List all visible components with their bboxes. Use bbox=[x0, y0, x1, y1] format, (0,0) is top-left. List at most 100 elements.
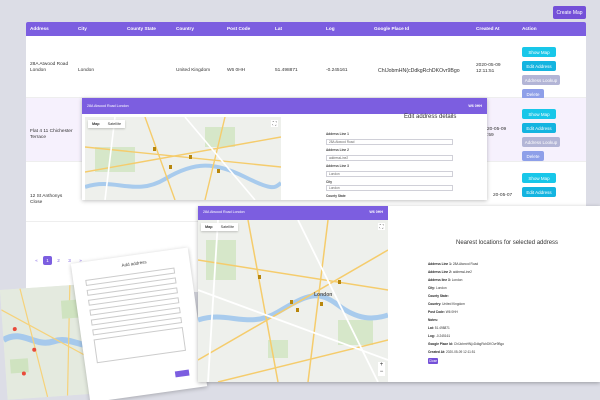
cell-lat: 51.498871 bbox=[275, 68, 298, 73]
pager-prev[interactable]: « bbox=[32, 256, 41, 265]
modal2-id: W6 0HH bbox=[369, 210, 383, 214]
modal2-header: 28A Atwood Road London W6 0HH bbox=[198, 206, 388, 220]
fullscreen-icon[interactable]: ⛶ bbox=[271, 120, 278, 127]
modal1-map-type-tabs: Map Satellite bbox=[88, 120, 126, 128]
detail-lat-key: Lat: bbox=[428, 326, 434, 330]
edit-address-button[interactable]: Edit Address bbox=[522, 123, 556, 133]
address-line2-input[interactable]: addressLine2 bbox=[326, 155, 453, 161]
detail-lat: Lat: 51.498871 bbox=[428, 326, 450, 330]
detail-log: Log: -0.245161 bbox=[428, 334, 450, 338]
pager-page-2[interactable]: 2 bbox=[54, 256, 63, 265]
modal1-tab-satellite[interactable]: Satellite bbox=[104, 120, 126, 128]
detail-log-value: -0.245161 bbox=[435, 334, 451, 338]
address-lookup-button[interactable]: Address Lookup bbox=[522, 75, 560, 85]
detail-created-value: 2020-05-09 12:11:51 bbox=[445, 350, 476, 354]
col-lat: Lat bbox=[275, 26, 283, 31]
col-city: City bbox=[78, 26, 87, 31]
cell-place-id: ChIJobmHN{cDdkgRchDKOvr9Bgo bbox=[378, 68, 460, 74]
detail-line2: Address Line 2: addressLine2 bbox=[428, 270, 472, 274]
city-input[interactable]: London bbox=[326, 185, 453, 191]
modal2-map-image bbox=[198, 220, 388, 382]
cell-address: 12 St Anthonys Close bbox=[30, 194, 63, 205]
add-form-title: Add address bbox=[121, 259, 147, 268]
nearest-locations-modal: 28A Atwood Road London W6 0HH London Map… bbox=[198, 206, 600, 382]
address-line3-input[interactable]: London bbox=[326, 171, 453, 177]
close-button[interactable]: Close bbox=[428, 358, 438, 364]
col-address: Address bbox=[30, 26, 49, 31]
address-lookup-button[interactable]: Address Lookup bbox=[522, 137, 560, 147]
col-post-code: Post Code bbox=[227, 26, 251, 31]
col-place-id: Google Place Id bbox=[374, 26, 410, 31]
field-label-line1: Address Line 1 bbox=[326, 132, 349, 136]
detail-country-key: Country: bbox=[428, 302, 442, 306]
modal1-title: 28A Atwood Road London bbox=[87, 104, 129, 108]
address-line1-input[interactable]: 28A Atwood Road bbox=[326, 139, 453, 145]
modal1-header: 28A Atwood Road London W6 0HH bbox=[82, 98, 487, 114]
detail-created: Created At: 2020-05-09 12:11:51 bbox=[428, 350, 475, 354]
detail-county-key: County State: bbox=[428, 294, 449, 298]
detail-notes: Notes: bbox=[428, 318, 438, 322]
zoom-control[interactable]: + − bbox=[378, 362, 385, 376]
detail-city: City: London bbox=[428, 286, 447, 290]
nearest-title: Nearest locations for selected address bbox=[456, 240, 559, 246]
delete-button[interactable]: Delete bbox=[522, 151, 544, 161]
pager-page-1[interactable]: 1 bbox=[43, 256, 52, 265]
create-map-button[interactable]: Create Map bbox=[553, 6, 586, 19]
modal2-title: 28A Atwood Road London bbox=[203, 210, 245, 214]
show-map-button[interactable]: Show Map bbox=[522, 173, 556, 183]
cell-post-code: W6 0HH bbox=[227, 68, 246, 73]
col-action: Action bbox=[522, 26, 537, 31]
cell-city: London bbox=[78, 68, 95, 73]
table-header: Address City County State Country Post C… bbox=[26, 22, 586, 36]
cell-address: 28A Atwood Road London bbox=[30, 62, 69, 73]
detail-line3: Address line 3: London bbox=[428, 278, 462, 282]
show-map-button[interactable]: Show Map bbox=[522, 109, 556, 119]
modal2-map-type-tabs: Map Satellite bbox=[201, 223, 239, 231]
detail-country: Country: United Kingdom bbox=[428, 302, 465, 306]
field-label-city: City bbox=[326, 180, 333, 184]
detail-lat-value: 51.498871 bbox=[434, 326, 450, 330]
modal1-map-image bbox=[85, 117, 281, 200]
add-address-form-screen: Add address bbox=[70, 247, 208, 400]
detail-county: County State: bbox=[428, 294, 449, 298]
detail-line1-key: Address Line 1: bbox=[428, 262, 452, 266]
col-county: County State bbox=[127, 26, 156, 31]
detail-city-value: London bbox=[435, 286, 447, 290]
detail-line2-key: Address Line 2: bbox=[428, 270, 452, 274]
show-map-button[interactable]: Show Map bbox=[522, 47, 556, 57]
detail-post-code-key: Post Code: bbox=[428, 310, 445, 314]
field-label-county: County State bbox=[326, 194, 346, 198]
map-city-label: London bbox=[314, 292, 333, 298]
edit-address-button[interactable]: Edit Address bbox=[522, 187, 556, 197]
detail-line3-value: London bbox=[451, 278, 463, 282]
cell-log: -0.245161 bbox=[326, 68, 348, 73]
detail-log-key: Log: bbox=[428, 334, 435, 338]
add-form-submit bbox=[174, 369, 190, 378]
cell-created: 20-05-07 bbox=[493, 193, 513, 198]
modal2-map[interactable]: London Map Satellite ⛶ + − bbox=[198, 220, 388, 382]
modal1-map[interactable]: Map Satellite ⛶ bbox=[85, 117, 281, 200]
detail-post-code: Post Code: W6 0HH bbox=[428, 310, 458, 314]
edit-form-title: Edit address details bbox=[404, 114, 457, 120]
detail-line1-value: 28A Atwood Road bbox=[452, 262, 479, 266]
edit-address-button[interactable]: Edit Address bbox=[522, 61, 556, 71]
cell-country: United Kingdom bbox=[176, 68, 211, 73]
detail-line2-value: addressLine2 bbox=[452, 270, 472, 274]
fullscreen-icon[interactable]: ⛶ bbox=[378, 223, 385, 230]
col-country: Country bbox=[176, 26, 194, 31]
table-row: 28A Atwood Road London London United Kin… bbox=[26, 36, 586, 99]
detail-place-id-value: ChIJobmHN{cDdkgRchDKOvr9Bgo bbox=[453, 342, 505, 346]
detail-line3-key: Address line 3: bbox=[428, 278, 451, 282]
col-log: Log bbox=[326, 26, 335, 31]
modal1-tab-map[interactable]: Map bbox=[88, 120, 104, 128]
field-label-line2: Address Line 2 bbox=[326, 148, 349, 152]
detail-notes-key: Notes: bbox=[428, 318, 438, 322]
detail-country-value: United Kingdom bbox=[442, 302, 465, 306]
modal2-tab-satellite[interactable]: Satellite bbox=[217, 223, 239, 231]
modal2-tab-map[interactable]: Map bbox=[201, 223, 217, 231]
edit-address-modal: 28A Atwood Road London W6 0HH Map Satell… bbox=[82, 98, 487, 200]
cell-address: Flat 4 11 Chichester Terrace bbox=[30, 129, 73, 140]
detail-created-key: Created At: bbox=[428, 350, 446, 354]
col-created: Created At bbox=[476, 26, 500, 31]
detail-place-id: Google Place Id: ChIJobmHN{cDdkgRchDKOvr… bbox=[428, 342, 504, 346]
